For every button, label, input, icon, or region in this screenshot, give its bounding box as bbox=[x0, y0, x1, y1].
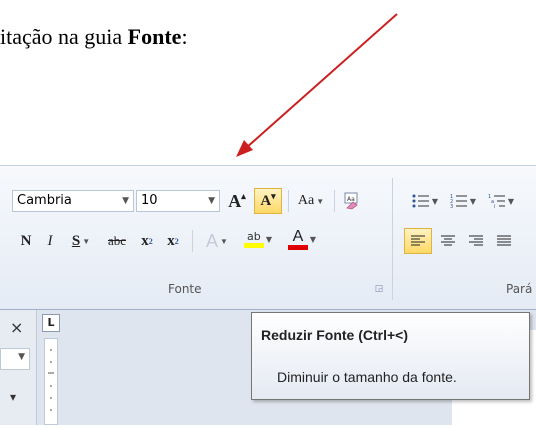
tab-selector-button[interactable]: L bbox=[42, 314, 60, 332]
font-color-label: A bbox=[292, 227, 304, 245]
align-left-icon bbox=[411, 235, 425, 246]
nav-dropdown[interactable]: ▼ bbox=[0, 348, 30, 370]
font-size-value: 10 bbox=[141, 193, 158, 208]
clear-formatting-button[interactable]: Aa bbox=[340, 190, 364, 212]
bullets-icon bbox=[412, 194, 429, 208]
underline-label: S bbox=[71, 232, 81, 249]
divider bbox=[288, 190, 289, 212]
ruler-ticks bbox=[48, 349, 54, 411]
underline-button[interactable]: S ▼ bbox=[64, 230, 98, 252]
close-icon[interactable]: × bbox=[10, 318, 23, 337]
divider bbox=[334, 190, 335, 212]
chevron-down-icon: ▼ bbox=[122, 196, 129, 206]
bullets-button[interactable]: ▼ bbox=[408, 190, 442, 212]
strikethrough-button[interactable]: abc bbox=[102, 230, 132, 252]
grow-font-button[interactable]: A ▴ bbox=[224, 190, 250, 212]
highlight-label: ab bbox=[247, 230, 261, 243]
font-size-combo[interactable]: 10 ▼ bbox=[136, 190, 220, 212]
navigation-pane-edge: × ▼ ▾ bbox=[0, 310, 37, 425]
multilevel-list-button[interactable]: 1 a i ▼ bbox=[484, 190, 518, 212]
chevron-down-icon: ▼ bbox=[220, 236, 228, 246]
superscript-button[interactable]: x2 bbox=[162, 230, 184, 252]
align-center-icon bbox=[441, 235, 455, 246]
chevron-down-icon: ▼ bbox=[507, 196, 515, 206]
align-right-button[interactable] bbox=[464, 230, 488, 252]
chevron-down-icon: ▼ bbox=[431, 196, 439, 206]
chevron-down-icon: ▼ bbox=[82, 236, 91, 246]
svg-text:3: 3 bbox=[450, 204, 453, 209]
justify-button[interactable] bbox=[492, 230, 516, 252]
paragraph-group-label: Pará bbox=[506, 282, 533, 296]
numbering-button[interactable]: 1 2 3 ▼ bbox=[446, 190, 480, 212]
chevron-down-icon: ▼ bbox=[208, 196, 215, 206]
strikethrough-label: abc bbox=[107, 233, 127, 248]
chevron-down-icon: ▼ bbox=[18, 352, 25, 362]
tooltip: Reduzir Fonte (Ctrl+<) Diminuir o tamanh… bbox=[251, 312, 530, 400]
font-color-icon: A bbox=[287, 227, 308, 250]
italic-label: I bbox=[47, 232, 53, 249]
justify-icon bbox=[497, 235, 511, 246]
superscript-mark: 2 bbox=[174, 236, 179, 246]
dialog-launcher-icon: ◲ bbox=[374, 284, 384, 294]
clear-formatting-icon: Aa bbox=[344, 192, 358, 210]
chevron-down-icon: ▼ bbox=[469, 196, 477, 206]
down-caret-icon: ▾ bbox=[271, 190, 276, 201]
bold-button[interactable]: N bbox=[16, 230, 36, 252]
subscript-base: x bbox=[141, 232, 149, 249]
subscript-button[interactable]: x2 bbox=[136, 230, 158, 252]
svg-text:Aa: Aa bbox=[347, 196, 355, 203]
up-caret-icon: ▴ bbox=[241, 190, 246, 201]
highlighter-icon: ab bbox=[243, 230, 264, 248]
grow-font-icon: A bbox=[228, 190, 242, 211]
text-highlight-button[interactable]: ab ▼ bbox=[238, 228, 278, 250]
group-divider bbox=[392, 178, 393, 300]
text-effects-icon: A bbox=[206, 230, 219, 251]
subscript-mark: 2 bbox=[148, 236, 153, 246]
vertical-ruler bbox=[44, 338, 58, 425]
divider bbox=[192, 230, 193, 252]
shrink-font-icon: A bbox=[260, 192, 272, 209]
font-name-combo[interactable]: Cambria ▼ bbox=[12, 190, 134, 212]
numbering-icon: 1 2 3 bbox=[450, 194, 467, 209]
chevron-down-icon: ▼ bbox=[309, 234, 317, 244]
tooltip-title: Reduzir Fonte (Ctrl+<) bbox=[261, 327, 409, 343]
multilevel-list-icon: 1 a i bbox=[488, 194, 505, 209]
red-arrow-icon bbox=[236, 13, 398, 157]
tooltip-description: Diminuir o tamanho da fonte. bbox=[277, 369, 457, 385]
ribbon: Cambria ▼ 10 ▼ A ▴ A ▾ Aa ▼ Aa ▼ 1 2 3 ▼… bbox=[0, 165, 536, 311]
superscript-base: x bbox=[167, 232, 175, 249]
highlight-color-swatch bbox=[243, 243, 264, 248]
change-case-button[interactable]: Aa ▼ bbox=[292, 190, 330, 212]
font-name-value: Cambria bbox=[17, 193, 72, 208]
align-right-icon bbox=[469, 235, 483, 246]
align-center-button[interactable] bbox=[436, 230, 460, 252]
italic-button[interactable]: I bbox=[40, 230, 60, 252]
shrink-font-button[interactable]: A ▾ bbox=[254, 188, 282, 214]
chevron-down-icon: ▼ bbox=[265, 234, 273, 244]
font-group-label: Fonte bbox=[168, 282, 202, 296]
font-color-button[interactable]: A ▼ bbox=[282, 228, 322, 250]
triangle-icon: ▾ bbox=[10, 390, 17, 404]
font-color-swatch bbox=[287, 244, 308, 250]
text-effects-button[interactable]: A ▼ bbox=[202, 230, 232, 252]
svg-text:i: i bbox=[494, 204, 495, 209]
font-dialog-launcher-button[interactable]: ◲ bbox=[372, 282, 386, 296]
bold-label: N bbox=[20, 232, 32, 249]
change-case-label: Aa bbox=[297, 193, 315, 208]
chevron-down-icon: ▼ bbox=[316, 196, 325, 206]
align-left-button[interactable] bbox=[404, 228, 432, 254]
